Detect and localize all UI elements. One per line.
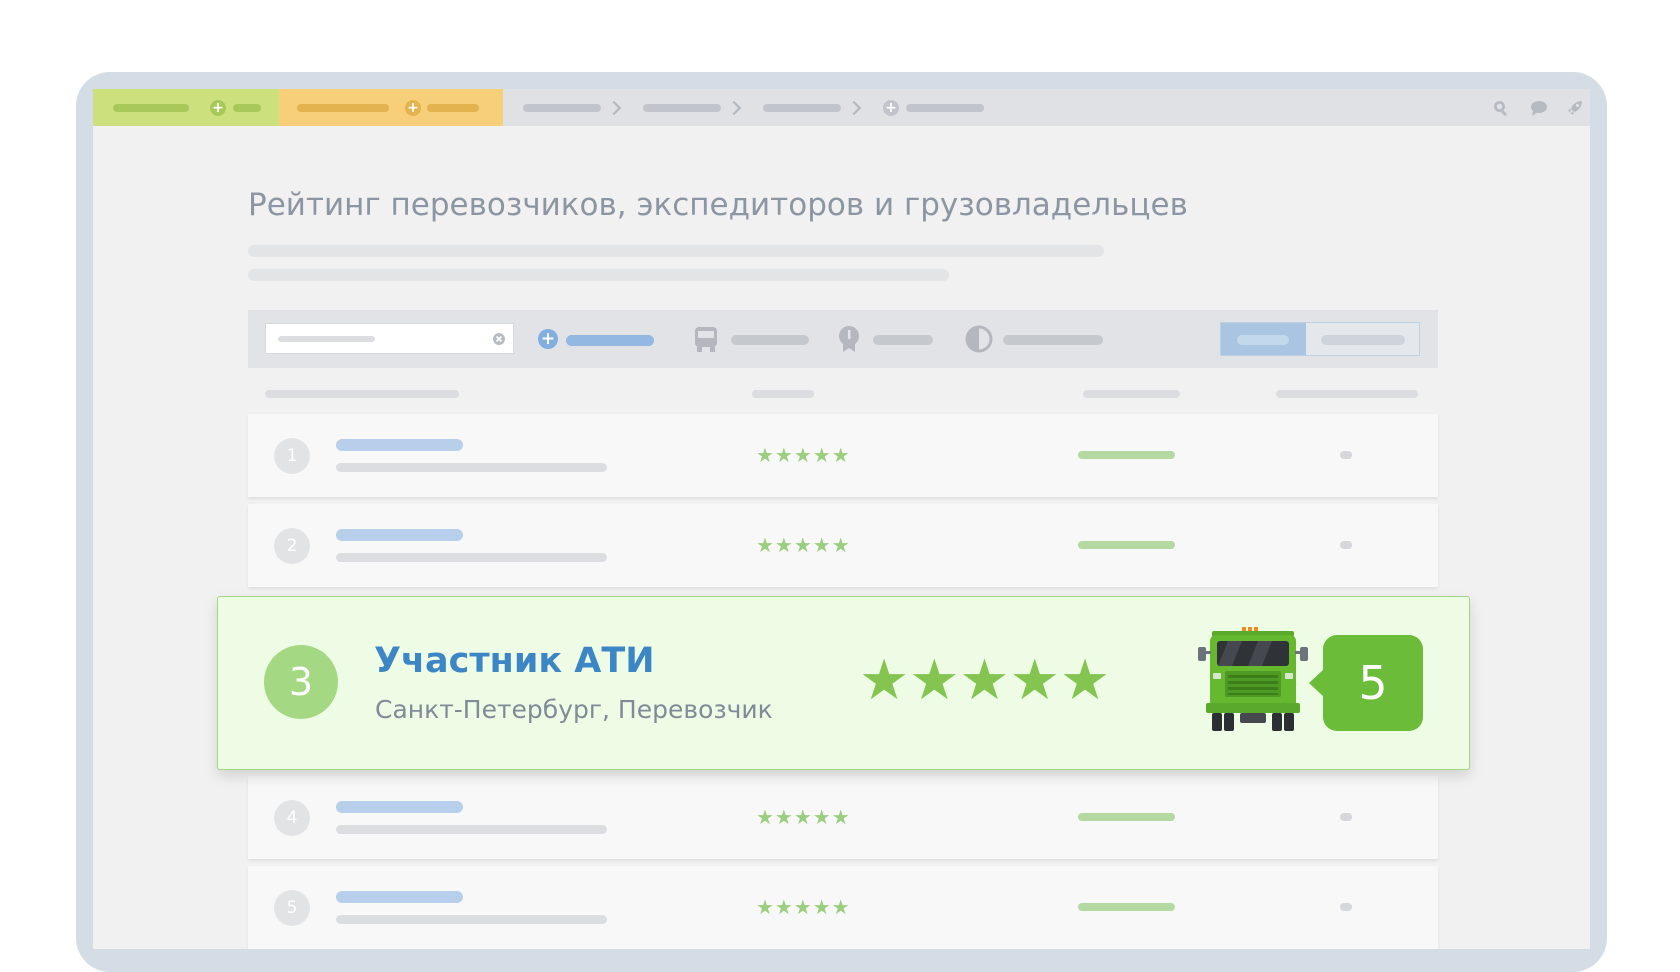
column-header-score[interactable]: [1276, 390, 1418, 398]
table-row[interactable]: 4 ★★★★★: [248, 776, 1438, 859]
description-line-placeholder: [248, 269, 949, 281]
rank-badge: 5: [274, 890, 310, 926]
breadcrumb-item-placeholder[interactable]: [906, 104, 984, 112]
contrast-icon: [965, 325, 993, 353]
participant-name-placeholder[interactable]: [336, 891, 463, 903]
participant-subtitle-placeholder: [336, 825, 607, 834]
display-filter-label-placeholder: [1003, 335, 1103, 345]
filter-toolbar: +: [248, 310, 1438, 368]
featured-participant-name[interactable]: Участник АТИ: [374, 641, 655, 681]
nav-label-placeholder: [297, 104, 389, 112]
participant-subtitle-placeholder: [336, 553, 607, 562]
toggle-label-placeholder: [1237, 335, 1289, 345]
transport-filter-label-placeholder: [731, 335, 809, 345]
nav-label-placeholder: [233, 104, 261, 112]
breadcrumb-item-placeholder[interactable]: [523, 104, 601, 112]
rank-badge: 2: [274, 528, 310, 564]
bus-icon: [695, 327, 717, 352]
clear-icon[interactable]: [492, 332, 506, 346]
chevron-right-icon: [726, 100, 742, 116]
rating-score-badge: 5: [1309, 635, 1423, 731]
column-header-status[interactable]: [1083, 390, 1180, 398]
featured-participant-subtitle: Санкт-Петербург, Перевозчик: [375, 695, 773, 724]
featured-rank-badge: 3: [264, 645, 338, 719]
nav-label-placeholder: [113, 104, 189, 112]
chevron-right-icon: [606, 100, 622, 116]
description-line-placeholder: [248, 245, 1104, 257]
score-placeholder: [1340, 813, 1352, 821]
view-toggle-option-inactive[interactable]: [1321, 335, 1405, 345]
nav-section-green[interactable]: +: [93, 89, 279, 126]
plus-icon[interactable]: +: [883, 100, 899, 116]
view-toggle[interactable]: [1220, 322, 1420, 356]
participant-name-placeholder[interactable]: [336, 439, 463, 451]
app-window: + + + Рейтинг перевозчиков, экспедиторов…: [93, 89, 1590, 949]
breadcrumb-item-placeholder[interactable]: [643, 104, 721, 112]
participant-name-placeholder[interactable]: [336, 801, 463, 813]
participant-name-placeholder[interactable]: [336, 529, 463, 541]
star-rating: ★★★★★: [756, 443, 851, 467]
search-placeholder: [278, 336, 375, 342]
rank-badge: 1: [274, 438, 310, 474]
star-rating: ★★★★★: [756, 895, 851, 919]
table-row[interactable]: 1 ★★★★★: [248, 414, 1438, 497]
featured-row[interactable]: 3 Участник АТИ Санкт-Петербург, Перевозч…: [217, 596, 1470, 770]
award-filter-label-placeholder: [873, 335, 933, 345]
add-filter-button[interactable]: +: [538, 327, 656, 349]
column-header-rating[interactable]: [752, 390, 814, 398]
truck-icon: [1198, 627, 1308, 731]
plus-icon[interactable]: +: [210, 100, 226, 116]
table-row[interactable]: 2 ★★★★★: [248, 504, 1438, 587]
score-placeholder: [1340, 903, 1352, 911]
plus-icon: +: [538, 329, 558, 349]
breadcrumb-item-placeholder[interactable]: [763, 104, 841, 112]
search-icon[interactable]: [1492, 99, 1510, 117]
status-placeholder: [1078, 813, 1175, 821]
nav-label-placeholder: [427, 104, 479, 112]
status-placeholder: [1078, 541, 1175, 549]
star-rating: ★★★★★: [756, 805, 851, 829]
column-header-name[interactable]: [265, 390, 459, 398]
participant-subtitle-placeholder: [336, 463, 607, 472]
featured-star-rating: ★★★★★: [859, 648, 1111, 713]
award-icon: [839, 326, 859, 352]
nav-section-yellow[interactable]: +: [279, 89, 503, 126]
status-placeholder: [1078, 451, 1175, 459]
score-placeholder: [1340, 451, 1352, 459]
search-input[interactable]: [265, 323, 514, 354]
chat-icon[interactable]: [1530, 99, 1548, 117]
status-placeholder: [1078, 903, 1175, 911]
chevron-right-icon: [846, 100, 862, 116]
plus-icon[interactable]: +: [405, 100, 421, 116]
display-filter[interactable]: [965, 325, 1105, 353]
rank-badge: 4: [274, 800, 310, 836]
add-filter-label-placeholder: [566, 335, 654, 346]
top-nav-bar: + + +: [93, 89, 1590, 126]
table-row[interactable]: 5 ★★★★★: [248, 866, 1438, 949]
transport-filter[interactable]: [693, 325, 813, 353]
award-filter[interactable]: [837, 325, 937, 353]
page-title: Рейтинг перевозчиков, экспедиторов и гру…: [248, 187, 1188, 223]
rocket-icon[interactable]: [1566, 99, 1584, 117]
star-rating: ★★★★★: [756, 533, 851, 557]
score-placeholder: [1340, 541, 1352, 549]
view-toggle-option-active[interactable]: [1221, 323, 1306, 355]
participant-subtitle-placeholder: [336, 915, 607, 924]
